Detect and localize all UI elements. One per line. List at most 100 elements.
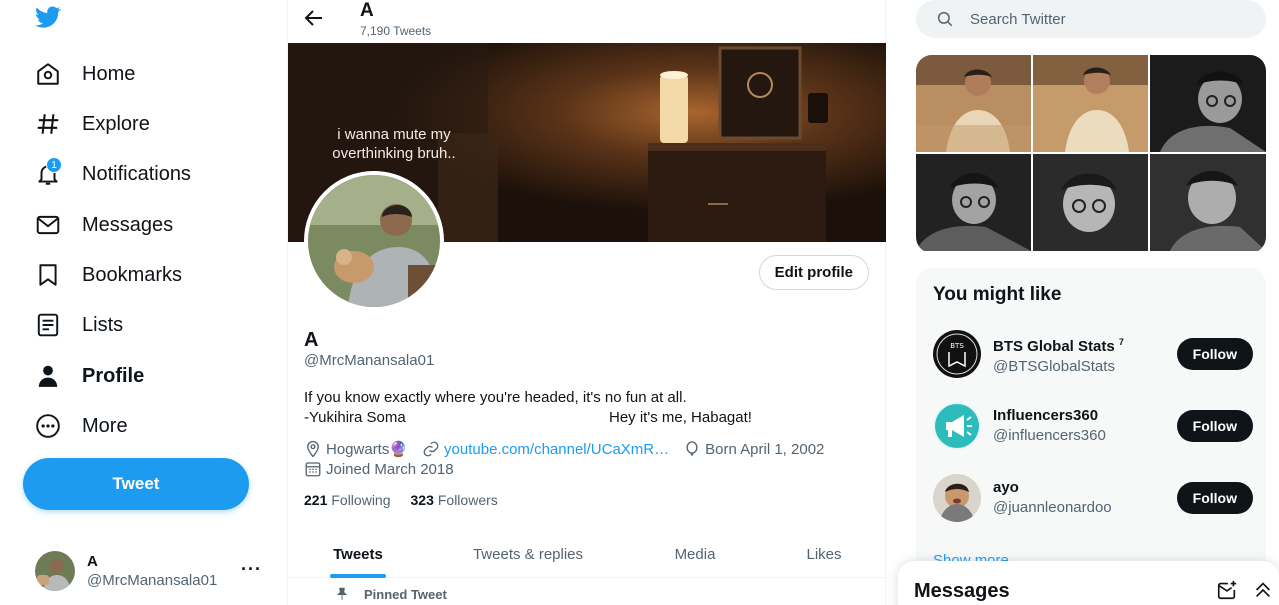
nav-label: Notifications [82,162,191,185]
nav-notifications[interactable]: 1 Notifications [34,154,191,194]
suggestion-handle: @BTSGlobalStats [993,357,1115,375]
banner-caption-line: overthinking bruh.. [332,145,456,162]
media-thumbnail[interactable] [1150,55,1266,152]
svg-text:BTS: BTS [950,342,964,350]
media-thumbnail[interactable] [1033,55,1148,152]
follow-button[interactable]: Follow [1176,482,1253,514]
account-name: A [87,553,98,570]
suggestion-name: BTS Global Stats 7 [993,332,1124,357]
pin-icon [335,587,349,605]
tab-tweets-replies[interactable]: Tweets & replies [428,530,628,578]
followers-label: Followers [437,492,498,508]
nav-label: More [82,414,128,437]
followers-count: 323 [410,492,434,508]
nav-home[interactable]: Home [34,54,135,94]
banner-caption-line: i wanna mute my [337,126,451,143]
profile-name: A [304,329,319,351]
follow-button[interactable]: Follow [1176,410,1253,442]
nav-profile[interactable]: Profile [34,356,144,396]
avatar [933,402,981,450]
follow-counts: 221 Following 323 Followers [304,492,498,508]
avatar: BTS [933,330,981,378]
account-switcher[interactable]: A @MrcManansala01 ··· [35,551,270,591]
location-pin-icon [307,440,319,458]
new-message-icon[interactable] [1216,579,1238,605]
pinned-tweet-label: Pinned Tweet [364,587,447,602]
media-thumbnail[interactable] [1033,154,1148,251]
bio-line: -Yukihira Soma [304,409,406,426]
nav-label: Home [82,62,136,85]
profile-tabs: Tweets Tweets & replies Media Likes [288,530,886,578]
following-label: Following [331,492,391,508]
nav-label: Lists [82,313,124,336]
suggestion-name: Influencers360 [993,407,1099,424]
messages-drawer-title: Messages [914,580,1010,602]
media-thumbnail[interactable] [916,154,1031,251]
header-name: A [360,0,374,21]
avatar [35,551,75,591]
account-handle: @MrcManansala01 [87,572,218,589]
more-circle-icon [34,412,62,440]
profile-column: A 7,190 Tweets i wanna mute my overthink… [287,0,886,605]
profile-header-bar: A 7,190 Tweets [288,0,886,43]
tab-tweets[interactable]: Tweets [288,530,428,578]
profile-joined: Joined March 2018 [326,460,454,478]
nav-label: Explore [82,112,150,135]
suggestion-name: ayo [993,479,1019,496]
profile-meta-row: Hogwarts🔮 youtube.com/channel/UCaXmR… Bo… [304,440,824,458]
back-arrow-icon[interactable] [302,6,326,30]
media-thumbnail[interactable] [1150,154,1266,251]
messages-drawer[interactable]: Messages [898,561,1279,605]
more-dots-icon[interactable]: ··· [241,559,262,580]
home-icon [34,60,62,88]
profile-handle: @MrcManansala01 [304,352,435,369]
media-thumbnail[interactable] [916,55,1031,152]
tweet-button[interactable]: Tweet [23,458,249,510]
profile-avatar[interactable] [304,171,444,311]
nav-more[interactable]: More [34,406,128,446]
following-link[interactable]: 221 Following [304,492,391,508]
balloon-icon [686,441,698,457]
person-icon [34,362,62,390]
envelope-icon [34,211,62,239]
follow-button[interactable]: Follow [1176,338,1253,370]
tab-likes[interactable]: Likes [762,530,886,578]
search-box[interactable]: Search Twitter [916,0,1266,38]
nav-label: Profile [82,364,145,387]
nav-bookmarks[interactable]: Bookmarks [34,255,182,295]
tweet-count: 7,190 Tweets [360,24,432,38]
profile-location: Hogwarts🔮 [326,441,409,458]
search-input[interactable]: Search Twitter [970,11,1066,28]
media-grid [916,55,1266,253]
bookmark-icon [34,261,62,289]
link-icon [423,441,439,457]
who-to-follow-panel: You might like BTS BTS Global Stats 7 @B… [916,268,1266,605]
nav-label: Messages [82,213,174,236]
suggestion-item[interactable]: Influencers360 @influencers360 Follow [933,401,1253,451]
suggestion-name-badge: 7 [1118,336,1124,347]
followers-link[interactable]: 323 Followers [411,492,498,508]
nav-explore[interactable]: Explore [34,104,150,144]
profile-birthday: Born April 1, 2002 [705,440,825,458]
right-sidebar: Search Twitter You might like BTS BTS Gl… [886,0,1279,605]
chevron-up-icon[interactable] [1252,579,1274,605]
avatar [933,474,981,522]
twitter-logo-icon[interactable] [33,4,67,34]
profile-website-link[interactable]: youtube.com/channel/UCaXmR… [444,441,669,458]
notification-badge: 1 [46,157,62,173]
bio-line: If you know exactly where you're headed,… [304,389,687,406]
left-sidebar: Home Explore 1 Notifications Messages Bo… [0,0,287,605]
hashtag-icon [34,110,62,138]
nav-messages[interactable]: Messages [34,205,173,245]
edit-profile-button[interactable]: Edit profile [758,255,869,290]
nav-lists[interactable]: Lists [34,305,123,345]
suggestion-handle: @influencers360 [993,427,1106,444]
tab-media[interactable]: Media [628,530,762,578]
suggestion-item[interactable]: BTS BTS Global Stats 7 @BTSGlobalStats F… [933,329,1253,379]
bio-line: Hey it's me, Habagat! [609,409,752,426]
profile-joined-row: Joined March 2018 [304,460,454,478]
bell-icon: 1 [34,157,62,188]
who-to-follow-title: You might like [933,284,1062,305]
suggestion-item[interactable]: ayo @juannleonardoo Follow [933,473,1253,523]
following-count: 221 [304,492,328,508]
